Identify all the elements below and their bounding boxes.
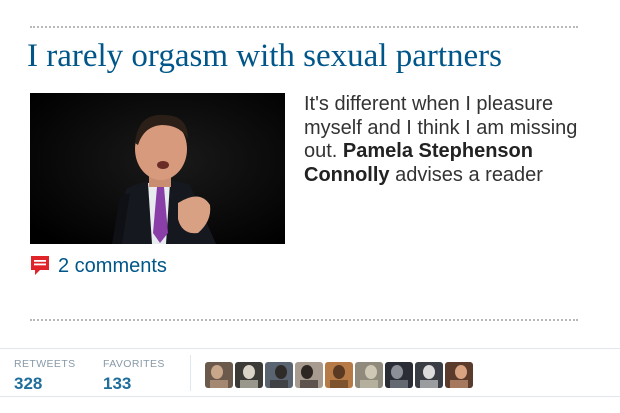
- article-photo[interactable]: [30, 93, 285, 244]
- article-headline[interactable]: I rarely orgasm with sexual partners: [27, 37, 502, 75]
- user-avatar[interactable]: [385, 362, 413, 388]
- retweets-label: RETWEETS: [14, 358, 76, 370]
- retweets-count[interactable]: 328: [14, 374, 76, 394]
- retweets-stat[interactable]: RETWEETS 328: [14, 358, 76, 394]
- user-avatar[interactable]: [265, 362, 293, 388]
- stats-separator: [190, 355, 191, 391]
- user-avatar[interactable]: [205, 362, 233, 388]
- user-avatar[interactable]: [325, 362, 353, 388]
- favoriter-avatars: [205, 362, 473, 388]
- speech-bubble-icon: [31, 256, 49, 275]
- article-standfirst: It's different when I pleasure myself an…: [304, 93, 589, 187]
- favorites-label: FAVORITES: [103, 358, 165, 370]
- user-avatar[interactable]: [295, 362, 323, 388]
- favorites-stat[interactable]: FAVORITES 133: [103, 358, 165, 394]
- stats-top-border: [0, 348, 620, 349]
- user-avatar[interactable]: [445, 362, 473, 388]
- user-avatar[interactable]: [235, 362, 263, 388]
- stats-bottom-border: [0, 396, 620, 397]
- comments-link[interactable]: 2 comments: [29, 254, 167, 278]
- user-avatar[interactable]: [415, 362, 443, 388]
- top-divider: [30, 26, 578, 28]
- bottom-divider: [30, 319, 578, 321]
- user-avatar[interactable]: [355, 362, 383, 388]
- standfirst-tail: advises a reader: [389, 163, 543, 186]
- comments-count: 2 comments: [58, 254, 167, 277]
- favorites-count[interactable]: 133: [103, 374, 165, 394]
